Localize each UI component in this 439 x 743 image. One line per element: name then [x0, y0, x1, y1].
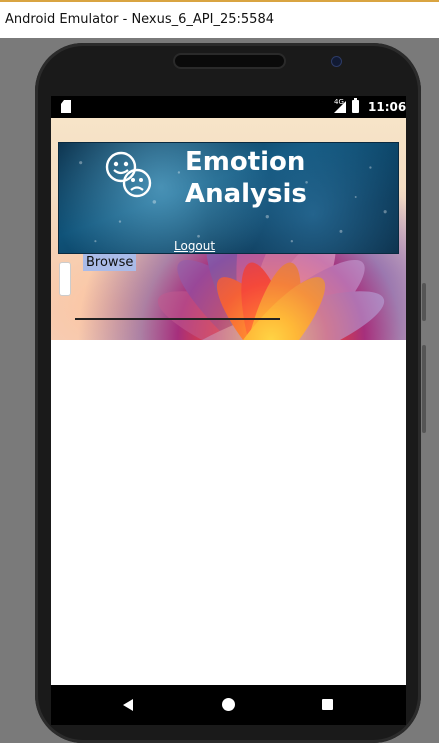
- battery-icon: [352, 98, 359, 113]
- image-input-stub[interactable]: [59, 262, 71, 296]
- app-title-line1: Emotion: [185, 147, 306, 177]
- power-button[interactable]: [422, 345, 426, 433]
- phone-screen: 4G 11:06 Emotion Analysis Logout Browse: [51, 96, 406, 685]
- text-field-underline[interactable]: [75, 318, 280, 320]
- network-type: 4G: [334, 98, 344, 106]
- header-banner: Emotion Analysis Logout: [58, 142, 399, 254]
- sd-card-icon: [61, 100, 71, 113]
- status-clock: 11:06: [368, 100, 406, 114]
- volume-button[interactable]: [422, 283, 426, 321]
- front-camera: [331, 56, 342, 67]
- speaker-grille: [173, 53, 286, 69]
- navigation-bar: [51, 685, 406, 725]
- back-icon[interactable]: [123, 699, 133, 711]
- logout-link[interactable]: Logout: [174, 239, 215, 253]
- recents-icon[interactable]: [322, 699, 333, 710]
- app-title-line2: Analysis: [185, 179, 307, 209]
- status-bar: 4G 11:06: [51, 96, 406, 118]
- window-title: Android Emulator - Nexus_6_API_25:5584: [5, 12, 274, 27]
- browse-button[interactable]: Browse: [83, 254, 137, 271]
- emotion-faces-icon: [105, 151, 152, 198]
- home-icon[interactable]: [222, 698, 235, 711]
- emulator-titlebar: Android Emulator - Nexus_6_API_25:5584: [0, 0, 439, 38]
